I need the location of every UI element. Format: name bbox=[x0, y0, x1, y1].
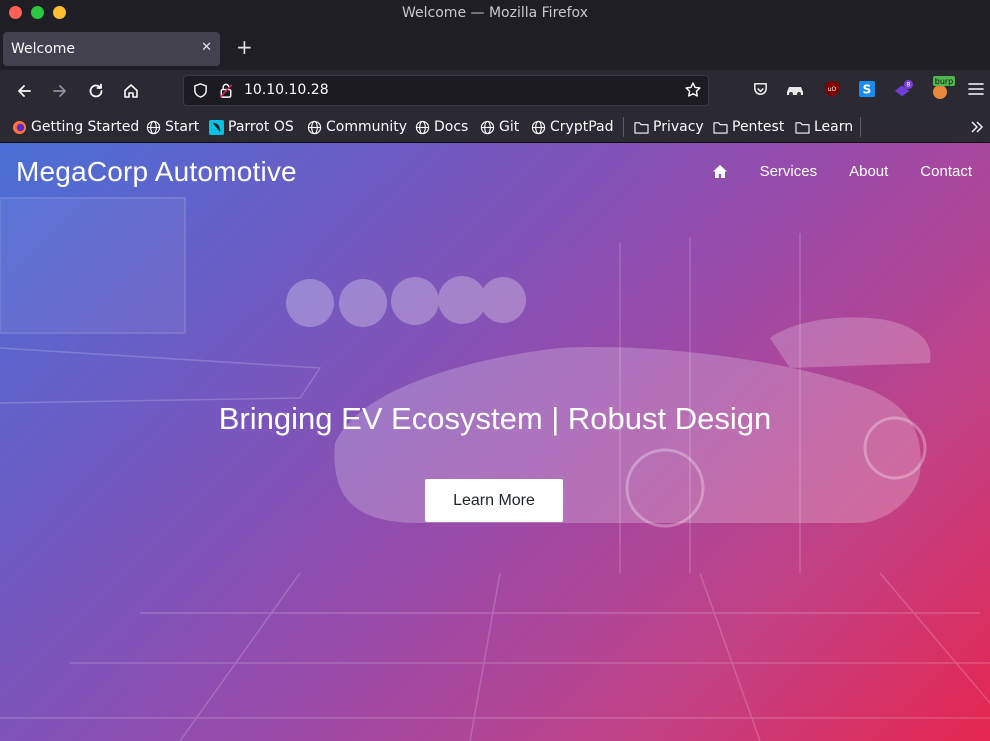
forward-icon[interactable] bbox=[49, 80, 71, 102]
bookmark-start[interactable]: Start bbox=[146, 118, 199, 136]
bookmark-star-icon[interactable] bbox=[684, 81, 702, 103]
bookmark-parrot-os[interactable]: Parrot OS bbox=[209, 118, 294, 136]
tab-title: Welcome bbox=[11, 41, 76, 57]
globe-icon bbox=[415, 120, 430, 135]
bookmark-label: Parrot OS bbox=[228, 119, 294, 135]
tab-welcome[interactable]: Welcome ✕ bbox=[3, 32, 220, 66]
bookmark-label: Git bbox=[499, 119, 520, 135]
bookmarks-separator bbox=[860, 117, 861, 137]
bookmark-getting-started[interactable]: Getting Started bbox=[12, 118, 139, 136]
url-bar[interactable]: 10.10.10.28 bbox=[183, 75, 709, 106]
burp-label: burp bbox=[935, 77, 954, 86]
folder-icon bbox=[795, 120, 810, 135]
bookmarks-toolbar: Getting Started Start Parrot OS Communit… bbox=[0, 111, 990, 143]
nav-link-services[interactable]: Services bbox=[760, 163, 818, 180]
site-brand[interactable]: MegaCorp Automotive bbox=[16, 156, 297, 188]
bookmark-label: Learn bbox=[814, 119, 854, 135]
close-tab-icon[interactable]: ✕ bbox=[201, 40, 212, 55]
window-title: Welcome — Mozilla Firefox bbox=[402, 5, 588, 21]
bookmark-git[interactable]: Git bbox=[480, 118, 519, 136]
bookmark-label: Community bbox=[326, 119, 408, 135]
globe-icon bbox=[146, 120, 161, 135]
bookmark-label: Start bbox=[165, 119, 200, 135]
back-icon[interactable] bbox=[13, 80, 35, 102]
insecure-lock-icon[interactable] bbox=[218, 82, 234, 103]
minimize-window-button[interactable] bbox=[53, 6, 66, 19]
svg-text:uO: uO bbox=[828, 86, 837, 93]
bookmark-label: Privacy bbox=[653, 119, 704, 135]
globe-icon bbox=[307, 120, 322, 135]
folder-icon bbox=[634, 120, 649, 135]
window-controls bbox=[9, 6, 66, 19]
bookmark-folder-privacy[interactable]: Privacy bbox=[634, 118, 704, 136]
site-nav: Services About Contact bbox=[712, 163, 972, 180]
new-tab-button[interactable]: + bbox=[236, 37, 253, 57]
navigation-toolbar: 10.10.10.28 uO S 8 burp bbox=[0, 70, 990, 111]
bookmark-folder-pentest[interactable]: Pentest bbox=[713, 118, 784, 136]
home-icon[interactable] bbox=[712, 164, 728, 180]
globe-icon bbox=[531, 120, 546, 135]
extension-badge-count: 8 bbox=[906, 82, 910, 89]
bookmark-docs[interactable]: Docs bbox=[415, 118, 468, 136]
tab-strip: Welcome ✕ + bbox=[0, 26, 990, 70]
reload-icon[interactable] bbox=[85, 80, 107, 102]
hero-heading: Bringing EV Ecosystem | Robust Design bbox=[218, 401, 772, 436]
close-window-button[interactable] bbox=[9, 6, 22, 19]
bookmark-community[interactable]: Community bbox=[307, 118, 407, 136]
bookmark-label: Getting Started bbox=[31, 119, 140, 135]
globe-icon bbox=[480, 120, 495, 135]
extension-car-icon[interactable] bbox=[785, 79, 805, 99]
bookmark-folder-learn[interactable]: Learn bbox=[795, 118, 853, 136]
parrot-icon bbox=[209, 119, 224, 135]
bookmark-label: CryptPad bbox=[550, 119, 614, 135]
car-showroom-background-image bbox=[0, 197, 990, 741]
tracking-shield-icon[interactable] bbox=[192, 82, 209, 103]
bookmark-label: Pentest bbox=[732, 119, 785, 135]
nav-link-contact[interactable]: Contact bbox=[920, 163, 972, 180]
bookmarks-overflow-icon[interactable] bbox=[970, 118, 984, 136]
s-extension-icon[interactable]: S bbox=[857, 79, 877, 99]
bookmark-cryptpad[interactable]: CryptPad bbox=[531, 118, 613, 136]
bookmarks-separator bbox=[623, 117, 624, 137]
bookmark-label: Docs bbox=[434, 119, 469, 135]
window-titlebar: Welcome — Mozilla Firefox bbox=[0, 0, 990, 26]
url-text: 10.10.10.28 bbox=[244, 82, 329, 98]
pocket-icon[interactable] bbox=[750, 79, 770, 99]
maximize-window-button[interactable] bbox=[31, 6, 44, 19]
wappalyzer-icon[interactable]: 8 bbox=[893, 79, 913, 99]
home-icon[interactable] bbox=[120, 80, 142, 102]
nav-link-about[interactable]: About bbox=[849, 163, 888, 180]
folder-icon bbox=[713, 120, 728, 135]
ublock-origin-icon[interactable]: uO bbox=[822, 79, 842, 99]
firefox-icon bbox=[12, 120, 27, 135]
web-page-hero: MegaCorp Automotive Services About Conta… bbox=[0, 143, 990, 741]
svg-text:S: S bbox=[863, 83, 872, 97]
menu-hamburger-icon[interactable] bbox=[966, 79, 986, 99]
learn-more-button[interactable]: Learn More bbox=[425, 479, 563, 522]
foxyproxy-burp-icon[interactable]: burp bbox=[929, 75, 955, 101]
